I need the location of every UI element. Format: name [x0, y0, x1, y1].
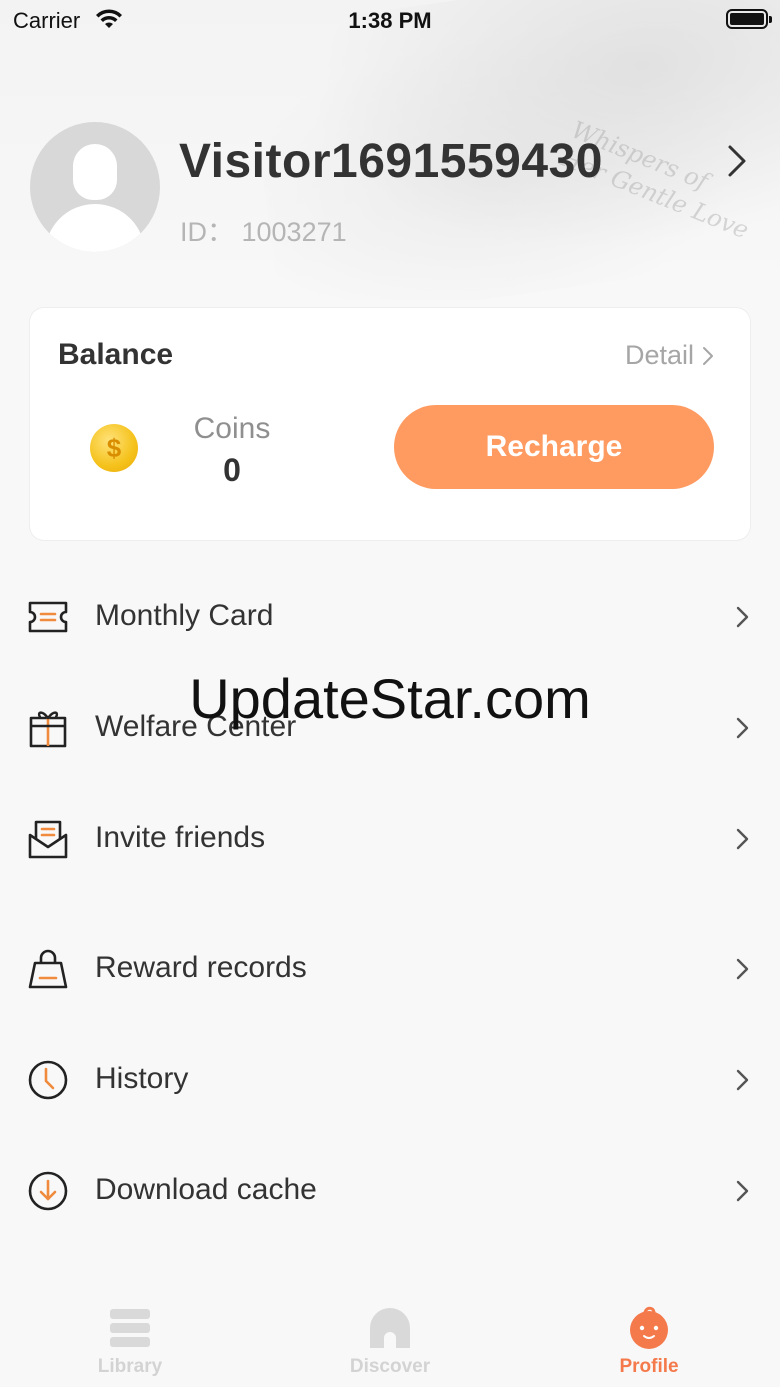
tab-bar: Library Discover Profile	[0, 1292, 780, 1387]
menu-label: History	[95, 1062, 189, 1095]
tab-label: Library	[97, 1356, 163, 1377]
menu-item-download-cache[interactable]: Download cache	[0, 1146, 780, 1236]
menu-item-history[interactable]: History	[0, 1035, 780, 1125]
coins-label: Coins	[193, 412, 271, 445]
balance-title: Balance	[58, 338, 174, 371]
detail-label: Detail	[624, 340, 694, 370]
recharge-button[interactable]: Recharge	[394, 405, 714, 489]
chevron-right-icon	[736, 958, 749, 980]
battery-icon	[726, 9, 772, 29]
shopping-bag-icon	[28, 949, 68, 989]
coin-icon: $	[90, 424, 138, 472]
balance-card: Balance Detail $ Coins 0 Recharge	[30, 308, 750, 540]
tab-label: Profile	[619, 1356, 679, 1377]
clock: 1:38 PM	[348, 8, 432, 33]
username[interactable]: Visitor1691559430	[179, 134, 603, 189]
coins-value: 0	[223, 452, 241, 488]
download-icon	[28, 1171, 68, 1211]
envelope-icon	[28, 820, 68, 859]
tab-label: Discover	[349, 1356, 431, 1377]
watermark: UpdateStar.com	[189, 667, 591, 730]
avatar[interactable]	[30, 122, 160, 252]
profile-screen: Whispers of Her Gentle Love Carrier 1:38…	[0, 0, 780, 1387]
chevron-right-icon	[736, 1180, 749, 1202]
tab-profile[interactable]: Profile	[549, 1292, 749, 1387]
chevron-right-icon	[703, 346, 713, 365]
menu-item-monthly-card[interactable]: Monthly Card	[0, 572, 780, 662]
chevron-right-icon	[736, 828, 749, 850]
menu-label: Download cache	[95, 1173, 317, 1206]
menu-item-invite-friends[interactable]: Invite friends	[0, 794, 780, 884]
avatar-head	[73, 144, 117, 200]
chevron-right-icon[interactable]	[722, 144, 752, 178]
menu-label: Monthly Card	[95, 599, 274, 632]
avatar-body	[45, 204, 145, 252]
discover-icon	[370, 1308, 410, 1348]
ticket-icon	[28, 601, 68, 633]
profile-icon	[630, 1306, 668, 1349]
tab-discover[interactable]: Discover	[290, 1292, 490, 1387]
menu-label: Invite friends	[95, 821, 266, 854]
detail-link[interactable]: Detail	[625, 340, 714, 371]
menu-label: Reward records	[95, 951, 307, 984]
user-id: ID： 1003271	[180, 217, 347, 247]
clock-icon	[28, 1060, 68, 1100]
tab-library[interactable]: Library	[30, 1292, 230, 1387]
chevron-right-icon	[736, 1069, 749, 1091]
chevron-right-icon	[736, 606, 749, 628]
library-icon	[110, 1309, 150, 1347]
menu-item-reward-records[interactable]: Reward records	[0, 924, 780, 1014]
status-bar: Carrier 1:38 PM	[0, 0, 780, 40]
